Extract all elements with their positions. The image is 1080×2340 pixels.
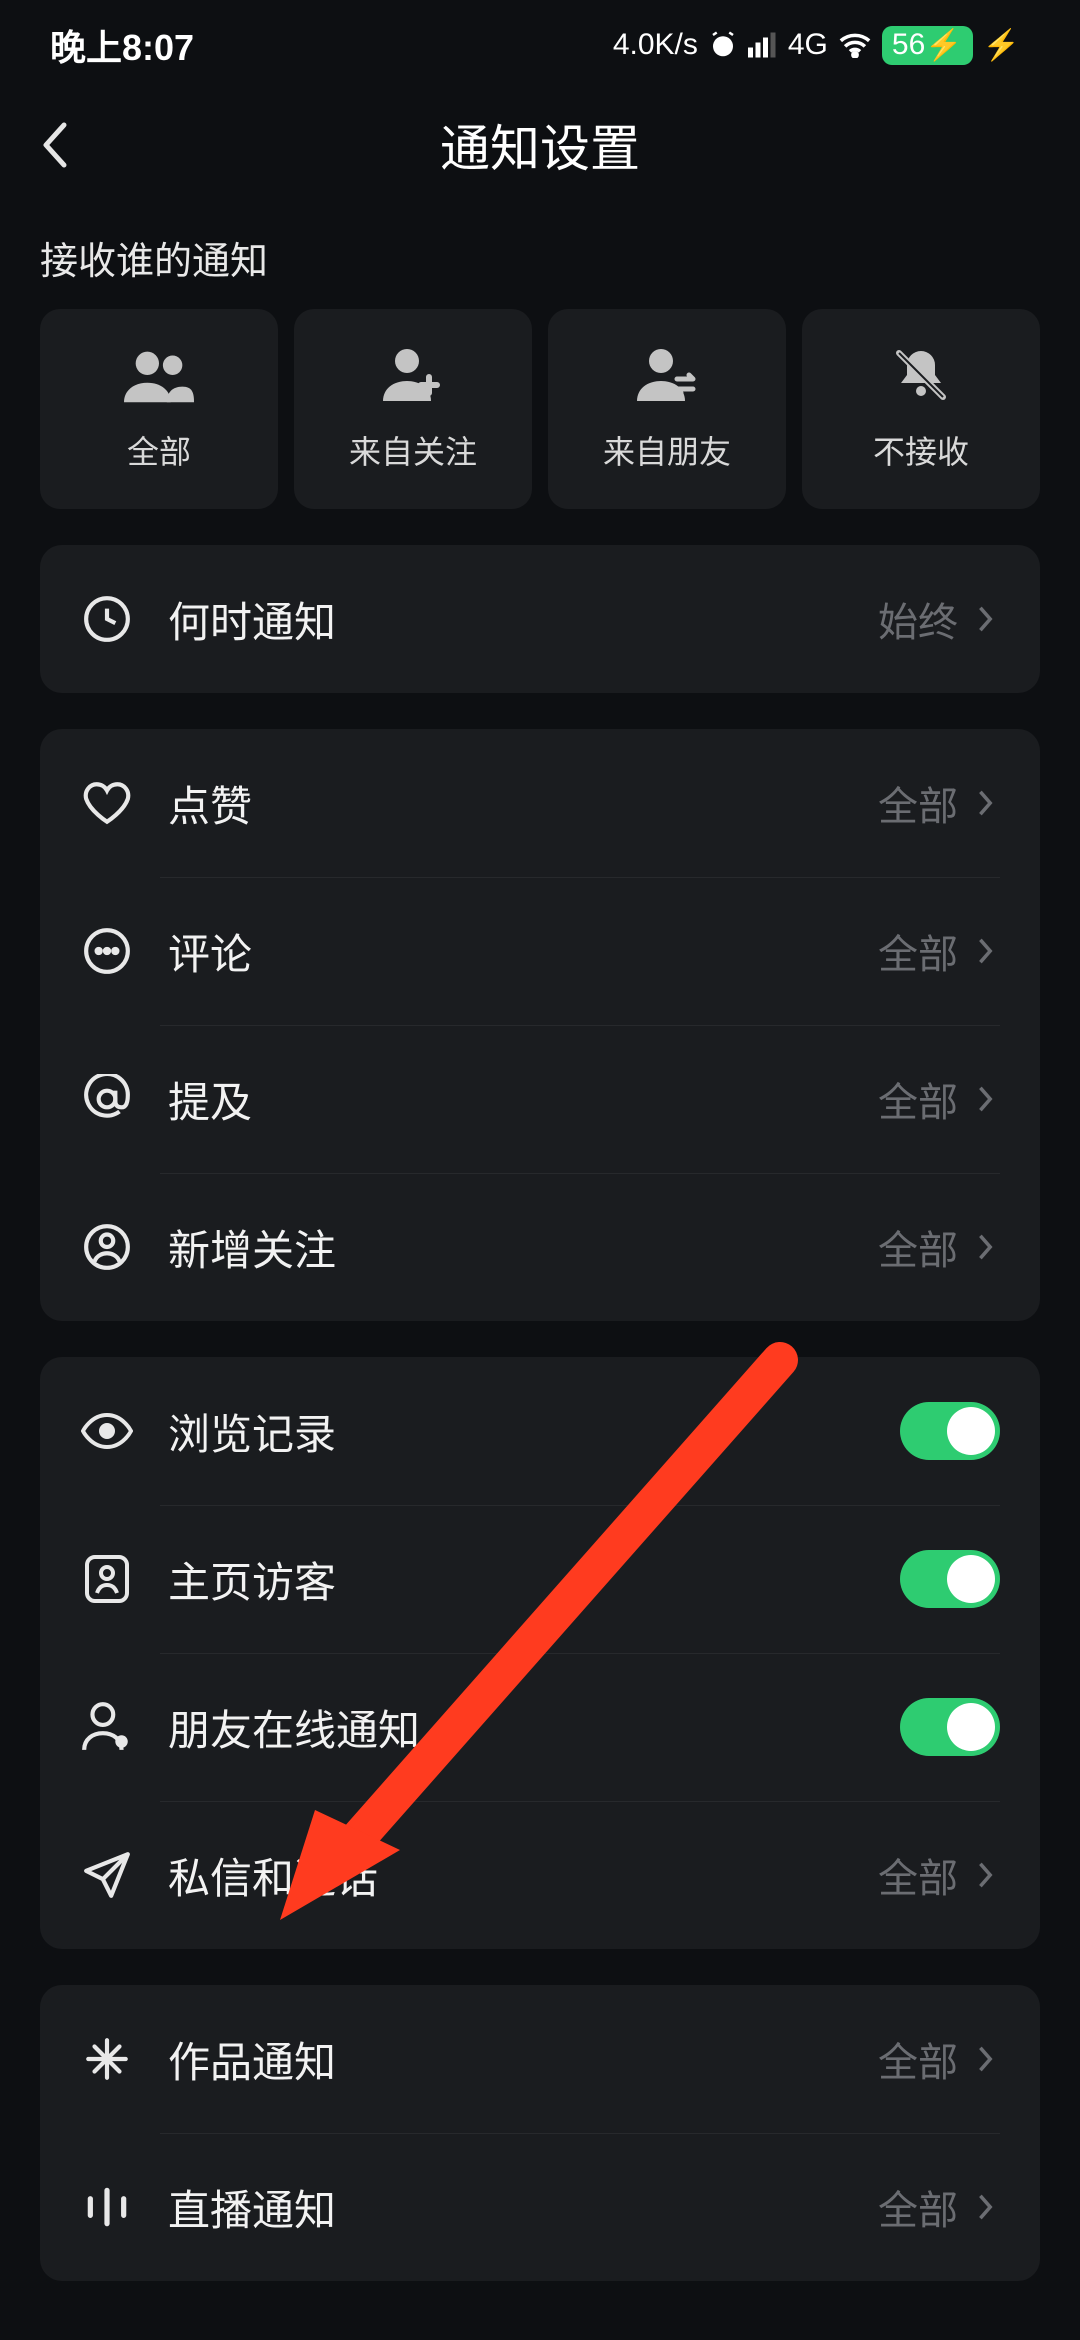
toggle-history[interactable] — [900, 1402, 1000, 1460]
filter-label: 来自关注 — [349, 427, 477, 473]
row-title: 浏览记录 — [168, 1401, 900, 1462]
row-title: 作品通知 — [168, 2029, 878, 2090]
send-icon — [80, 1848, 134, 1902]
row-live[interactable]: 直播通知 全部 — [40, 2133, 1040, 2281]
row-title: 新增关注 — [168, 1217, 878, 1278]
group-activity: 浏览记录 主页访客 朋友在线通知 私信和通话 全部 — [40, 1357, 1040, 1949]
row-title: 评论 — [168, 921, 878, 982]
row-visitor[interactable]: 主页访客 — [40, 1505, 1040, 1653]
net-speed: 4.0K/s — [613, 28, 698, 62]
row-new-follower[interactable]: 新增关注 全部 — [40, 1173, 1040, 1321]
back-button[interactable] — [40, 115, 100, 175]
toggle-visitor[interactable] — [900, 1550, 1000, 1608]
heart-icon — [80, 776, 134, 830]
filter-all[interactable]: 全部 — [40, 309, 278, 509]
comment-icon — [80, 924, 134, 978]
row-value: 全部 — [878, 2178, 958, 2236]
nav-header: 通知设置 — [0, 90, 1080, 200]
sparkle-icon — [80, 2032, 134, 2086]
chevron-right-icon — [972, 2045, 1000, 2073]
user-circle-icon — [80, 1220, 134, 1274]
people-icon — [124, 345, 194, 405]
status-right: 4.0K/s 4G 56⚡ ⚡ — [613, 26, 1020, 65]
battery-indicator: 56⚡ — [882, 26, 973, 65]
status-time: 晚上8:07 — [50, 19, 194, 71]
row-value: 全部 — [878, 1218, 958, 1276]
alarm-icon — [708, 30, 738, 60]
chevron-right-icon — [972, 1233, 1000, 1261]
at-icon — [80, 1072, 134, 1126]
live-icon — [80, 2180, 134, 2234]
row-title: 朋友在线通知 — [168, 1697, 900, 1758]
row-value: 始终 — [878, 590, 958, 648]
filter-off[interactable]: 不接收 — [802, 309, 1040, 509]
row-comment[interactable]: 评论 全部 — [40, 877, 1040, 1025]
row-mention[interactable]: 提及 全部 — [40, 1025, 1040, 1173]
row-title: 点赞 — [168, 773, 878, 834]
row-title: 主页访客 — [168, 1549, 900, 1610]
row-works[interactable]: 作品通知 全部 — [40, 1985, 1040, 2133]
person-exchange-icon — [632, 345, 702, 405]
chevron-right-icon — [972, 1085, 1000, 1113]
group-content: 作品通知 全部 直播通知 全部 — [40, 1985, 1040, 2281]
filter-label: 不接收 — [873, 427, 969, 473]
row-value: 全部 — [878, 1070, 958, 1128]
friend-online-icon — [80, 1700, 134, 1754]
person-plus-icon — [378, 345, 448, 405]
filter-following[interactable]: 来自关注 — [294, 309, 532, 509]
row-title: 何时通知 — [168, 589, 878, 650]
row-friend-online[interactable]: 朋友在线通知 — [40, 1653, 1040, 1801]
page-title: 通知设置 — [0, 109, 1080, 181]
row-like[interactable]: 点赞 全部 — [40, 729, 1040, 877]
filter-label: 来自朋友 — [603, 427, 731, 473]
row-title: 私信和通话 — [168, 1845, 878, 1906]
row-value: 全部 — [878, 922, 958, 980]
section-label: 接收谁的通知 — [0, 200, 1080, 309]
group-when: 何时通知 始终 — [40, 545, 1040, 693]
eye-icon — [80, 1404, 134, 1458]
chevron-right-icon — [972, 1861, 1000, 1889]
filter-friends[interactable]: 来自朋友 — [548, 309, 786, 509]
status-bar: 晚上8:07 4.0K/s 4G 56⚡ ⚡ — [0, 0, 1080, 90]
group-interactions: 点赞 全部 评论 全部 提及 全部 新增关注 全部 — [40, 729, 1040, 1321]
visitor-icon — [80, 1552, 134, 1606]
chevron-right-icon — [972, 937, 1000, 965]
filter-label: 全部 — [127, 427, 191, 473]
row-value: 全部 — [878, 1846, 958, 1904]
row-title: 直播通知 — [168, 2177, 878, 2238]
row-title: 提及 — [168, 1069, 878, 1130]
row-when-notify[interactable]: 何时通知 始终 — [40, 545, 1040, 693]
row-value: 全部 — [878, 774, 958, 832]
charging-icon: ⚡ — [983, 28, 1020, 63]
bell-off-icon — [886, 345, 956, 405]
row-value: 全部 — [878, 2030, 958, 2088]
clock-icon — [80, 592, 134, 646]
chevron-right-icon — [972, 2193, 1000, 2221]
network-label: 4G — [788, 28, 828, 62]
toggle-online[interactable] — [900, 1698, 1000, 1756]
row-message[interactable]: 私信和通话 全部 — [40, 1801, 1040, 1949]
row-history[interactable]: 浏览记录 — [40, 1357, 1040, 1505]
chevron-right-icon — [972, 789, 1000, 817]
chevron-right-icon — [972, 605, 1000, 633]
wifi-icon — [838, 32, 872, 58]
cellular-icon — [748, 32, 778, 58]
filter-row: 全部 来自关注 来自朋友 不接收 — [0, 309, 1080, 509]
